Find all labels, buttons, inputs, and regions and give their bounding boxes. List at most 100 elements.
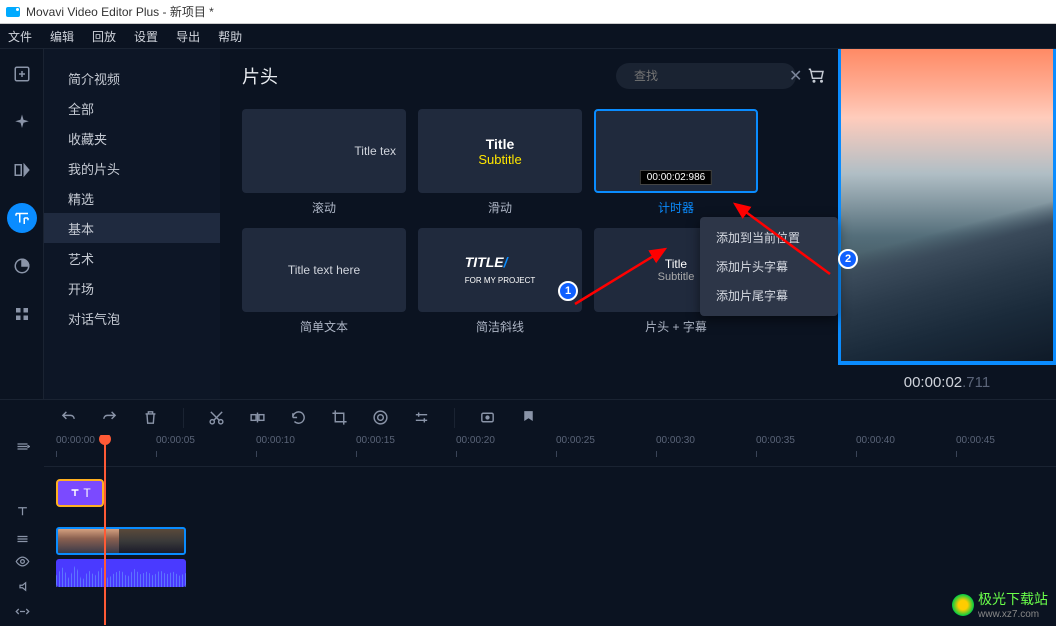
- sidebar-item-bubble[interactable]: 对话气泡: [44, 303, 220, 333]
- rotate-icon[interactable]: [290, 409, 307, 426]
- tile-timer[interactable]: 00:00:02:986 计时器: [594, 109, 758, 216]
- track-lock-icon[interactable]: [15, 529, 30, 544]
- search-box[interactable]: ✕: [616, 63, 796, 89]
- redo-icon[interactable]: [101, 409, 118, 426]
- window-title: Movavi Video Editor Plus - 新项目 *: [26, 3, 214, 20]
- main-area: 简介视频 全部 收藏夹 我的片头 精选 基本 艺术 开场 对话气泡 片头 ✕ T…: [0, 49, 1056, 399]
- menu-export[interactable]: 导出: [176, 28, 200, 45]
- tile-scroll-thumb[interactable]: Title tex: [242, 109, 406, 193]
- timeline-toolbar: [0, 399, 1056, 435]
- search-clear-icon[interactable]: ✕: [789, 66, 802, 86]
- preview-viewport[interactable]: [838, 49, 1056, 361]
- menu-help[interactable]: 帮助: [218, 28, 242, 45]
- window-titlebar: Movavi Video Editor Plus - 新项目 *: [0, 0, 1056, 24]
- tile-slash-label: 简洁斜线: [476, 318, 524, 335]
- ruler-mark: 00:00:45: [956, 435, 995, 446]
- audio-track[interactable]: [44, 559, 1056, 589]
- app-logo-icon: [6, 7, 20, 17]
- watermark-text: 极光下载站: [978, 591, 1048, 607]
- tile-slash[interactable]: TITLE/FOR MY PROJECT 简洁斜线: [418, 228, 582, 335]
- sidebar-item-favorites[interactable]: 收藏夹: [44, 123, 220, 153]
- annotation-badge-2: 2: [838, 249, 858, 269]
- add-track-icon[interactable]: [15, 439, 30, 454]
- audio-waveform: [56, 559, 186, 587]
- tile-simpletext-label: 简单文本: [300, 318, 348, 335]
- track-mute-icon[interactable]: [15, 579, 30, 594]
- ruler-mark: 00:00:20: [456, 435, 495, 446]
- cart-icon[interactable]: [808, 67, 826, 85]
- menu-file[interactable]: 文件: [8, 28, 32, 45]
- sidebar-item-opening[interactable]: 开场: [44, 273, 220, 303]
- tile-topsub-label: 片头 + 字幕: [645, 318, 707, 335]
- menubar: 文件 编辑 回放 设置 导出 帮助: [0, 24, 1056, 49]
- browser-header: 片头 ✕: [242, 63, 826, 89]
- timeline-ruler[interactable]: 00:00:00 00:00:05 00:00:10 00:00:15 00:0…: [44, 435, 1056, 467]
- crop-icon[interactable]: [331, 409, 348, 426]
- tile-timer-label: 计时器: [658, 199, 694, 216]
- split-icon[interactable]: [249, 409, 266, 426]
- ctx-add-ending[interactable]: 添加片尾字幕: [700, 281, 838, 310]
- sidebar-item-art[interactable]: 艺术: [44, 243, 220, 273]
- tile-slide[interactable]: TitleSubtitle 滑动: [418, 109, 582, 216]
- undo-icon[interactable]: [60, 409, 77, 426]
- search-input[interactable]: [634, 69, 789, 83]
- sidebar-item-basic[interactable]: 基本: [44, 213, 220, 243]
- ctx-add-opening[interactable]: 添加片头字幕: [700, 252, 838, 281]
- preview-timecode: 00:00:02.711: [838, 365, 1056, 399]
- track-link-icon[interactable]: [15, 604, 30, 619]
- record-icon[interactable]: [479, 409, 496, 426]
- toolbar-separator-2: [454, 408, 455, 428]
- sidebar-item-featured[interactable]: 精选: [44, 183, 220, 213]
- menu-edit[interactable]: 编辑: [50, 28, 74, 45]
- tile-simpletext[interactable]: Title text here 简单文本: [242, 228, 406, 335]
- ruler-mark: 00:00:40: [856, 435, 895, 446]
- color-icon[interactable]: [372, 409, 389, 426]
- delete-icon[interactable]: [142, 409, 159, 426]
- timer-badge: 00:00:02:986: [640, 170, 712, 185]
- rail-add-media-icon[interactable]: [7, 59, 37, 89]
- browser-title: 片头: [242, 63, 278, 89]
- marker-icon[interactable]: [520, 409, 537, 426]
- timeline-left-rail: [0, 435, 44, 625]
- audio-clip[interactable]: [56, 559, 186, 587]
- menu-playback[interactable]: 回放: [92, 28, 116, 45]
- tile-timer-thumb[interactable]: 00:00:02:986: [594, 109, 758, 193]
- watermark-icon: [952, 594, 974, 616]
- ruler-mark: 00:00:00: [56, 435, 95, 446]
- ruler-mark: 00:00:10: [256, 435, 295, 446]
- sidebar-item-intro[interactable]: 简介视频: [44, 63, 220, 93]
- rail-more-icon[interactable]: [7, 299, 37, 329]
- cut-icon[interactable]: [208, 409, 225, 426]
- rail-transitions-icon[interactable]: [7, 155, 37, 185]
- tile-scroll[interactable]: Title tex 滚动: [242, 109, 406, 216]
- timeline-body[interactable]: 00:00:00 00:00:05 00:00:10 00:00:15 00:0…: [44, 435, 1056, 625]
- preview-panel: 00:00:02.711: [838, 49, 1056, 399]
- tile-slide-thumb[interactable]: TitleSubtitle: [418, 109, 582, 193]
- playhead[interactable]: [104, 435, 106, 625]
- context-menu: 添加到当前位置 添加片头字幕 添加片尾字幕: [700, 217, 838, 316]
- title-track[interactable]: T: [44, 479, 1056, 509]
- track-visible-icon[interactable]: [15, 554, 30, 569]
- category-sidebar: 简介视频 全部 收藏夹 我的片头 精选 基本 艺术 开场 对话气泡: [44, 49, 220, 399]
- watermark-url: www.xz7.com: [978, 609, 1048, 620]
- titles-browser: 片头 ✕ Title tex 滚动 TitleSubtitle 滑动 00:00…: [220, 49, 838, 399]
- tile-simpletext-thumb[interactable]: Title text here: [242, 228, 406, 312]
- adjust-icon[interactable]: [413, 409, 430, 426]
- rail-stickers-icon[interactable]: [7, 251, 37, 281]
- video-track[interactable]: [44, 527, 1056, 557]
- timeline: 00:00:00 00:00:05 00:00:10 00:00:15 00:0…: [0, 435, 1056, 625]
- tile-slash-thumb[interactable]: TITLE/FOR MY PROJECT: [418, 228, 582, 312]
- sidebar-item-all[interactable]: 全部: [44, 93, 220, 123]
- track-title-icon[interactable]: [15, 504, 30, 519]
- menu-settings[interactable]: 设置: [134, 28, 158, 45]
- video-clip[interactable]: [56, 527, 186, 555]
- tool-rail: [0, 49, 44, 399]
- watermark: 极光下载站 www.xz7.com: [952, 589, 1048, 620]
- ctx-add-current[interactable]: 添加到当前位置: [700, 223, 838, 252]
- sidebar-item-mytitles[interactable]: 我的片头: [44, 153, 220, 183]
- ruler-mark: 00:00:15: [356, 435, 395, 446]
- title-clip[interactable]: T: [56, 479, 104, 507]
- ruler-mark: 00:00:05: [156, 435, 195, 446]
- rail-filters-icon[interactable]: [7, 107, 37, 137]
- rail-titles-icon[interactable]: [7, 203, 37, 233]
